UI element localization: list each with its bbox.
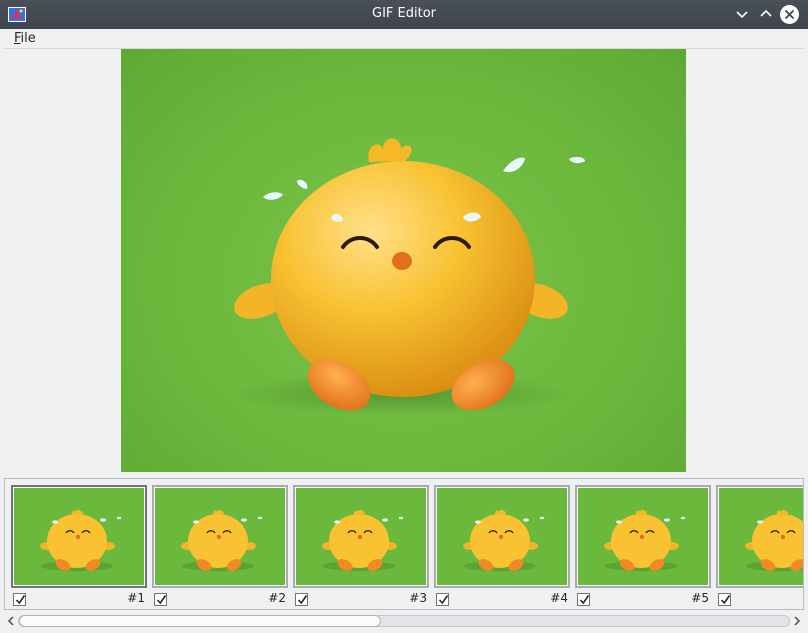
checkmark-icon bbox=[156, 595, 167, 605]
checkmark-icon bbox=[297, 595, 308, 605]
window-title: GIF Editor bbox=[372, 6, 436, 21]
frame-thumbnail[interactable] bbox=[434, 485, 570, 588]
frame-checkbox[interactable] bbox=[154, 593, 167, 606]
frame-item[interactable]: #1 bbox=[11, 485, 147, 608]
scrollbar-thumb[interactable] bbox=[19, 615, 381, 627]
checkmark-icon bbox=[579, 595, 590, 605]
frame-thumbnail-image bbox=[719, 488, 803, 585]
frame-number: #4 bbox=[550, 591, 568, 605]
menu-file-label: ile bbox=[20, 31, 36, 46]
minimize-icon[interactable] bbox=[732, 4, 752, 24]
frame-thumbnail-image bbox=[155, 488, 285, 585]
frame-item[interactable]: #2 bbox=[152, 485, 288, 608]
frame-strip[interactable]: #1 #2 #3 #4 #5 bbox=[4, 478, 804, 610]
checkmark-icon bbox=[15, 595, 26, 605]
frame-thumbnail[interactable] bbox=[293, 485, 429, 588]
close-icon[interactable] bbox=[779, 4, 800, 25]
frame-number: #5 bbox=[691, 591, 709, 605]
frame-thumbnail[interactable] bbox=[152, 485, 288, 588]
checkmark-icon bbox=[720, 595, 731, 605]
chick-icon bbox=[231, 138, 585, 416]
frame-number: #2 bbox=[268, 591, 286, 605]
frame-thumbnail[interactable] bbox=[716, 485, 803, 588]
frame-item[interactable]: #5 bbox=[575, 485, 711, 608]
checkmark-icon bbox=[438, 595, 449, 605]
title-bar[interactable]: GIF Editor bbox=[0, 0, 808, 29]
frame-checkbox[interactable] bbox=[295, 593, 308, 606]
preview-image bbox=[121, 49, 686, 472]
frame-item[interactable] bbox=[716, 485, 803, 608]
menu-file[interactable]: File bbox=[14, 31, 36, 46]
frame-thumbnail[interactable] bbox=[11, 485, 147, 588]
frame-checkbox[interactable] bbox=[718, 593, 731, 606]
frame-item[interactable]: #3 bbox=[293, 485, 429, 608]
frame-item[interactable]: #4 bbox=[434, 485, 570, 608]
horizontal-scrollbar[interactable] bbox=[4, 613, 804, 629]
scrollbar-track[interactable] bbox=[18, 615, 790, 627]
menu-bar: File bbox=[0, 29, 808, 49]
frame-checkbox[interactable] bbox=[577, 593, 590, 606]
maximize-icon[interactable] bbox=[756, 4, 776, 24]
frame-number: #1 bbox=[127, 591, 145, 605]
frame-checkbox[interactable] bbox=[436, 593, 449, 606]
scroll-left-icon[interactable] bbox=[6, 616, 16, 626]
frame-number: #3 bbox=[409, 591, 427, 605]
frame-thumbnail-image bbox=[437, 488, 567, 585]
frame-thumbnail-image bbox=[578, 488, 708, 585]
frame-thumbnail[interactable] bbox=[575, 485, 711, 588]
frame-thumbnail-image bbox=[296, 488, 426, 585]
scroll-right-icon[interactable] bbox=[792, 616, 802, 626]
frame-checkbox[interactable] bbox=[13, 593, 26, 606]
frame-thumbnail-image bbox=[14, 488, 144, 585]
